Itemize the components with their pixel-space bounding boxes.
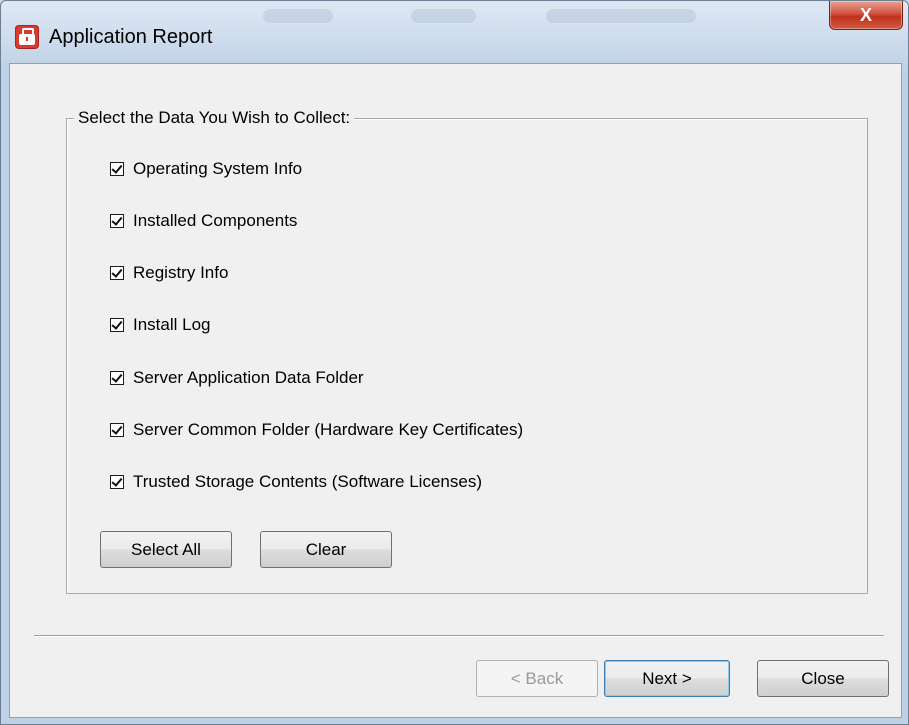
checkmark-icon[interactable]	[110, 318, 124, 332]
option-operating-system-info[interactable]: Operating System Info	[110, 157, 302, 181]
clear-button[interactable]: Clear	[260, 531, 392, 568]
checkmark-icon[interactable]	[110, 371, 124, 385]
option-trusted-storage-contents[interactable]: Trusted Storage Contents (Software Licen…	[110, 470, 482, 494]
application-report-window: Application Report X Select the Data You…	[0, 0, 909, 725]
dialog-client-area: Select the Data You Wish to Collect: Ope…	[9, 63, 902, 718]
option-registry-info[interactable]: Registry Info	[110, 261, 228, 285]
close-button[interactable]: Close	[757, 660, 889, 697]
title-bar[interactable]: Application Report X	[1, 1, 908, 63]
option-label: Install Log	[133, 315, 211, 334]
data-selection-group	[66, 118, 868, 594]
checkmark-icon[interactable]	[110, 162, 124, 176]
option-server-common-folder[interactable]: Server Common Folder (Hardware Key Certi…	[110, 418, 523, 442]
next-button[interactable]: Next >	[604, 660, 730, 697]
option-server-application-data-folder[interactable]: Server Application Data Folder	[110, 366, 364, 390]
select-all-button[interactable]: Select All	[100, 531, 232, 568]
close-window-button[interactable]: X	[829, 1, 903, 30]
option-label: Operating System Info	[133, 159, 303, 178]
window-title: Application Report	[49, 26, 213, 48]
back-button[interactable]: < Back	[476, 660, 598, 697]
checkmark-icon[interactable]	[110, 423, 124, 437]
option-label: Trusted Storage Contents (Software Licen…	[133, 472, 482, 491]
option-label: Server Application Data Folder	[133, 368, 364, 387]
group-legend: Select the Data You Wish to Collect:	[74, 108, 355, 128]
background-blur	[263, 9, 333, 23]
background-blur	[411, 9, 476, 23]
option-label: Registry Info	[133, 263, 229, 282]
option-installed-components[interactable]: Installed Components	[110, 209, 297, 233]
option-label: Installed Components	[133, 211, 298, 230]
checkmark-icon[interactable]	[110, 475, 124, 489]
separator	[34, 635, 884, 637]
option-install-log[interactable]: Install Log	[110, 313, 211, 337]
checkmark-icon[interactable]	[110, 214, 124, 228]
toolbox-icon	[15, 25, 39, 49]
background-blur	[546, 9, 696, 23]
option-label: Server Common Folder (Hardware Key Certi…	[133, 420, 524, 439]
checkmark-icon[interactable]	[110, 266, 124, 280]
